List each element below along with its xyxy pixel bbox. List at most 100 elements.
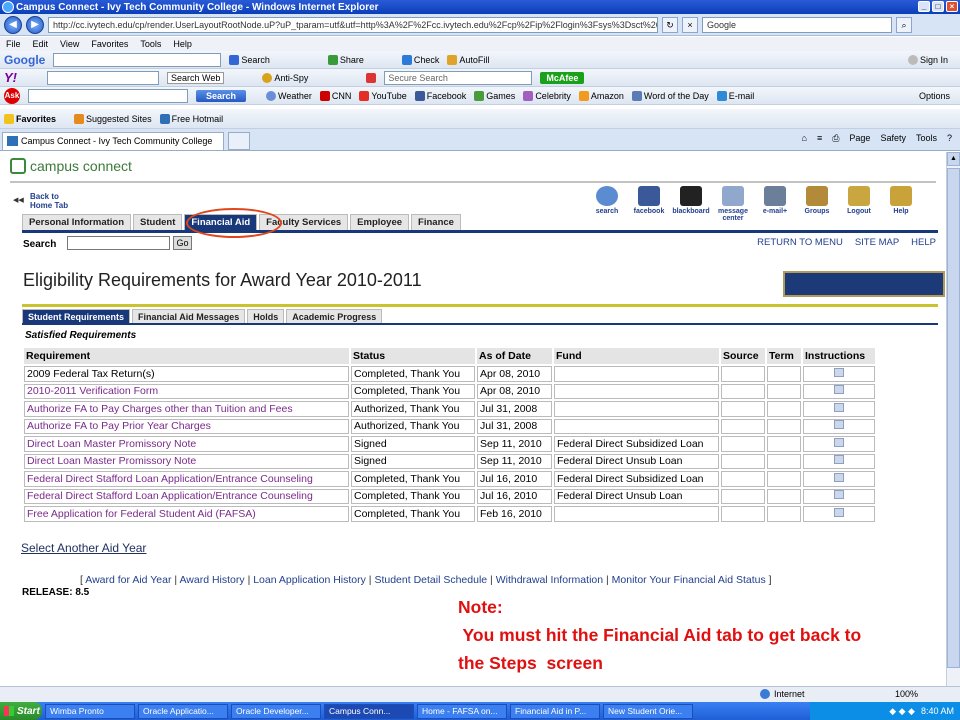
campus-connect-logo[interactable]: campus connect [10,158,132,174]
celebrity-link[interactable]: Celebrity [523,90,571,101]
instructions-icon[interactable] [834,507,844,517]
award-history-link[interactable]: Award History [179,574,244,586]
return-to-menu-link[interactable]: RETURN TO MENU [757,237,843,248]
stop-button[interactable]: × [682,16,698,33]
ask-search-input[interactable] [28,88,188,103]
requirement-cell[interactable]: Authorize FA to Pay Charges other than T… [24,401,349,417]
instructions-cell[interactable] [803,418,875,434]
requirement-cell[interactable]: Direct Loan Master Promissory Note [24,436,349,452]
scroll-thumb[interactable] [947,168,960,668]
close-button[interactable]: × [946,1,958,12]
free-hotmail-link[interactable]: Free Hotmail [159,113,223,124]
message-center-button[interactable]: message center [712,186,754,222]
task-wimba-pronto[interactable]: Wimba Pronto [45,703,135,719]
instructions-icon[interactable] [834,437,844,447]
requirement-cell[interactable]: Federal Direct Stafford Loan Application… [24,488,349,504]
instructions-icon[interactable] [834,385,844,395]
browser-tab[interactable]: Campus Connect - Ivy Tech Community Coll… [2,132,224,150]
autofill-button[interactable]: AutoFill [447,54,489,65]
instructions-cell[interactable] [803,471,875,487]
yahoo-search-input[interactable] [47,70,159,85]
check-button[interactable]: Check [401,54,439,65]
loan-application-history-link[interactable]: Loan Application History [253,574,366,586]
games-link[interactable]: Games [474,90,515,101]
suggested-sites-link[interactable]: Suggested Sites [74,113,152,124]
print-icon[interactable]: ⎙ [832,133,839,144]
instructions-icon[interactable] [834,490,844,500]
instructions-cell[interactable] [803,401,875,417]
requirement-cell[interactable]: Authorize FA to Pay Prior Year Charges [24,418,349,434]
secure-search-input[interactable]: Secure Search [384,70,533,85]
favorites-button[interactable]: Favorites [4,113,56,124]
menu-file[interactable]: File [6,39,21,49]
menu-favorites[interactable]: Favorites [91,39,128,49]
sign-in-button[interactable]: Sign In [907,54,948,65]
vertical-scrollbar[interactable]: ▲ [946,152,960,686]
instructions-icon[interactable] [834,402,844,412]
facebook-button[interactable]: facebook [628,186,670,222]
menu-tools[interactable]: Tools [140,39,161,49]
cnn-link[interactable]: CNN [319,90,351,101]
task-campus-connect[interactable]: Campus Conn... [324,703,414,719]
email-plus-button[interactable]: e-mail+ [754,186,796,222]
menu-edit[interactable]: Edit [33,39,49,49]
help-link[interactable]: HELP [911,237,936,248]
go-button[interactable]: Go [173,236,192,250]
site-map-link[interactable]: SITE MAP [855,237,899,248]
help-icon[interactable]: ? [947,133,952,144]
select-another-aid-year-link[interactable]: Select Another Aid Year [21,541,146,555]
menu-view[interactable]: View [60,39,79,49]
subtab-student-requirements[interactable]: Student Requirements [22,309,131,324]
feeds-icon[interactable]: ≡ [817,133,822,144]
zoom-level[interactable]: 100% [895,689,918,699]
requirement-cell[interactable]: 2010-2011 Verification Form [24,383,349,399]
subtab-financial-aid-messages[interactable]: Financial Aid Messages [132,309,246,324]
tab-personal-information[interactable]: Personal Information [22,214,132,230]
instructions-cell[interactable] [803,366,875,382]
subtab-holds[interactable]: Holds [247,309,285,324]
facebook-link[interactable]: Facebook [414,90,466,101]
instructions-icon[interactable] [834,472,844,482]
amazon-link[interactable]: Amazon [578,90,624,101]
withdrawal-information-link[interactable]: Withdrawal Information [496,574,603,586]
scroll-up-arrow-icon[interactable]: ▲ [947,152,960,166]
google-search-button[interactable]: Search [229,54,270,65]
instructions-cell[interactable] [803,506,875,522]
options-button[interactable]: Options [919,91,950,101]
ask-search-button[interactable]: Search [196,89,247,102]
home-icon[interactable]: ⌂ [802,133,807,144]
youtube-link[interactable]: YouTube [359,90,407,101]
logout-button[interactable]: Logout [838,186,880,222]
anti-spy-button[interactable]: Anti-Spy [262,72,308,83]
instructions-icon[interactable] [834,455,844,465]
requirement-cell[interactable]: Free Application for Federal Student Aid… [24,506,349,522]
task-new-student[interactable]: New Student Orie... [603,703,693,719]
start-button[interactable]: Start [0,702,42,720]
groups-button[interactable]: Groups [796,186,838,222]
search-portal-button[interactable]: search [586,186,628,222]
tab-student[interactable]: Student [133,214,183,230]
search-icon[interactable]: ⌕ [896,16,912,33]
student-detail-schedule-link[interactable]: Student Detail Schedule [374,574,487,586]
word-of-day-link[interactable]: Word of the Day [631,90,709,101]
requirement-cell[interactable]: Direct Loan Master Promissory Note [24,453,349,469]
instructions-icon[interactable] [834,367,844,377]
task-financial-aid[interactable]: Financial Aid in P... [510,703,600,719]
site-search-input[interactable] [67,236,170,250]
instructions-cell[interactable] [803,488,875,504]
monitor-financial-aid-status-link[interactable]: Monitor Your Financial Aid Status [612,574,766,586]
task-fafsa[interactable]: Home - FAFSA on... [417,703,507,719]
google-search-input[interactable] [53,52,222,67]
minimize-button[interactable]: _ [918,1,930,12]
page-menu[interactable]: Page [849,133,870,144]
tools-menu[interactable]: Tools [916,133,937,144]
instructions-icon[interactable] [834,420,844,430]
url-input[interactable]: http://cc.ivytech.edu/cp/render.UserLayo… [48,16,658,33]
weather-link[interactable]: Weather [266,90,312,101]
requirement-cell[interactable]: Federal Direct Stafford Loan Application… [24,471,349,487]
forward-button[interactable]: ▶ [26,15,44,34]
email-link[interactable]: E-mail [716,90,754,101]
new-tab-button[interactable] [228,132,250,150]
share-button[interactable]: Share [327,54,364,65]
award-for-aid-year-link[interactable]: Award for Aid Year [85,574,171,586]
